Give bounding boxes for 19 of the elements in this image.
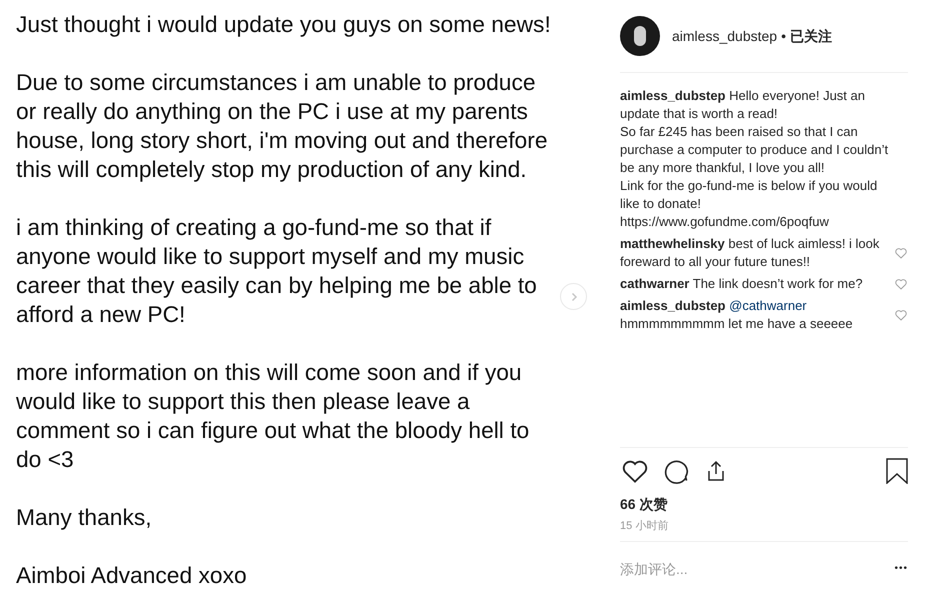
note-paragraph: Many thanks, <box>16 503 153 532</box>
note-paragraph: i am thinking of creating a go-fund-me so that if anyone would like to support myself and my music career that they easily can by helping me be able to afford a new PC! <box>16 213 538 329</box>
comment-field[interactable]: 添加评论... <box>620 560 840 578</box>
note-paragraph: Due to some circumstances i am unable to produce or really do anything on the PC i use at my parents house, long story short, i'm moving out and therefore this will completely stop my production of any kind. <box>16 68 548 184</box>
likes-count[interactable]: 66 次赞 <box>620 495 908 513</box>
comment-text: cathwarner The link doesn’t work for me? <box>620 275 864 293</box>
note-paragraph: more information on this will come soon and if you would like to support this then please leave a comment so i can figure out what the bloody hell to do <3 <box>16 358 530 474</box>
follow-status[interactable]: 已关注 <box>790 27 832 45</box>
comment-text: matthewhelinsky best of luck aimless! i look foreward to all your future tunes!! <box>620 235 880 271</box>
note-paragraph: Just thought i would update you guys on some news! <box>16 10 552 39</box>
note-paragraph: Aimboi Advanced xoxo <box>16 561 248 590</box>
comment-text: aimless_dubstep @cathwarner hmmmmmmmmm let me have a seeeee <box>620 297 854 333</box>
post-time: 15 小时前 <box>620 519 670 534</box>
bookmark-icon[interactable] <box>886 458 908 484</box>
avatar[interactable] <box>620 16 660 56</box>
username-link[interactable]: aimless_dubstep <box>672 27 778 45</box>
comment-icon[interactable] <box>664 458 690 484</box>
more-button[interactable]: ••• <box>894 560 908 578</box>
separator: • <box>781 27 786 45</box>
